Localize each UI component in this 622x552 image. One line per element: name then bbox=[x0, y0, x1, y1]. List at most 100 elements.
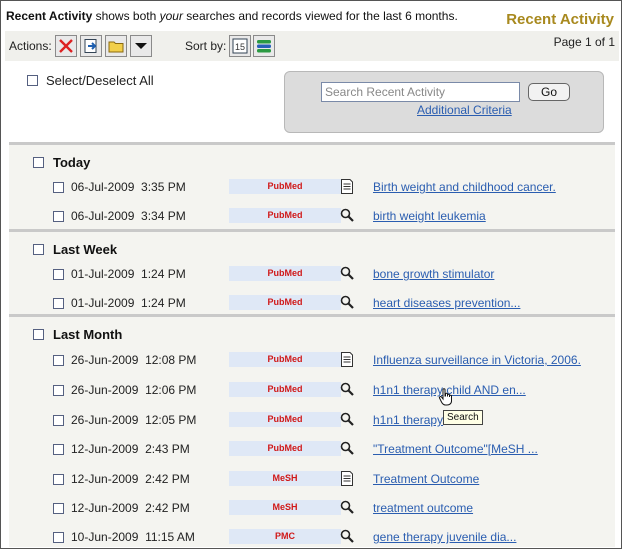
activity-link[interactable]: Birth weight and childhood cancer. bbox=[373, 180, 556, 194]
header-description: Recent Activity shows both your searches… bbox=[6, 9, 458, 23]
row-checkbox[interactable] bbox=[53, 415, 64, 426]
menu-arrow-icon bbox=[135, 43, 147, 49]
svg-text:15: 15 bbox=[235, 42, 245, 52]
row-checkbox[interactable] bbox=[53, 298, 64, 309]
magnifier-icon bbox=[340, 266, 354, 280]
row-datetime: 01-Jul-2009 1:24 PM bbox=[71, 267, 186, 281]
row-datetime: 01-Jul-2009 1:24 PM bbox=[71, 296, 186, 310]
activity-row: 01-Jul-2009 1:24 PM PubMed bone growth s… bbox=[9, 260, 615, 289]
section-header: Last Month bbox=[33, 327, 122, 342]
row-datetime: 10-Jun-2009 11:15 AM bbox=[71, 530, 195, 544]
database-badge: PubMed bbox=[229, 295, 341, 310]
activity-link[interactable]: h1n1 therapy bbox=[373, 413, 443, 427]
database-badge: PMC bbox=[229, 529, 341, 544]
section-checkbox[interactable] bbox=[33, 157, 44, 168]
magnifier-icon bbox=[340, 412, 354, 426]
activity-row: 26-Jun-2009 12:05 PM PubMed h1n1 therapy bbox=[9, 406, 615, 435]
row-checkbox[interactable] bbox=[53, 182, 64, 193]
activity-row: 06-Jul-2009 3:34 PM PubMed birth weight … bbox=[9, 202, 615, 231]
activity-link[interactable]: heart diseases prevention... bbox=[373, 296, 520, 310]
database-badge: PubMed bbox=[229, 266, 341, 281]
activity-link[interactable]: Influenza surveillance in Victoria, 2006… bbox=[373, 353, 581, 367]
sort-by-type-icon bbox=[257, 40, 271, 53]
activity-row: 26-Jun-2009 12:06 PM PubMed h1n1 therapy… bbox=[9, 376, 615, 405]
section-header: Last Week bbox=[33, 242, 117, 257]
activity-link[interactable]: birth weight leukemia bbox=[373, 209, 486, 223]
row-datetime: 26-Jun-2009 12:08 PM bbox=[71, 353, 197, 367]
tooltip: Search bbox=[443, 410, 483, 425]
page-title: Recent Activity bbox=[506, 11, 614, 28]
section-last-week: Last Week 01-Jul-2009 1:24 PM PubMed bon… bbox=[9, 229, 615, 317]
send-to-icon bbox=[84, 39, 97, 53]
activity-row: 10-Jun-2009 11:15 AM PMC gene therapy ju… bbox=[9, 523, 615, 552]
folder-icon bbox=[108, 41, 124, 53]
magnifier-icon bbox=[340, 208, 354, 222]
section-title: Last Week bbox=[53, 242, 118, 257]
row-checkbox[interactable] bbox=[53, 211, 64, 222]
section-title: Today bbox=[53, 155, 91, 170]
database-badge: PubMed bbox=[229, 208, 341, 223]
activity-link[interactable]: Treatment Outcome bbox=[373, 472, 479, 486]
database-badge: PubMed bbox=[229, 352, 341, 367]
section-checkbox[interactable] bbox=[33, 244, 44, 255]
section-header: Today bbox=[33, 155, 90, 170]
send-to-button[interactable] bbox=[80, 35, 102, 57]
delete-button[interactable] bbox=[55, 35, 77, 57]
row-datetime: 06-Jul-2009 3:34 PM bbox=[71, 209, 186, 223]
activity-row: 26-Jun-2009 12:08 PM PubMed Influenza su… bbox=[9, 346, 615, 375]
row-checkbox[interactable] bbox=[53, 474, 64, 485]
sort-by-time-icon: 15 bbox=[232, 38, 248, 54]
row-datetime: 26-Jun-2009 12:06 PM bbox=[71, 383, 197, 397]
activity-link[interactable]: "Treatment Outcome"[MeSH ... bbox=[373, 442, 538, 456]
additional-criteria-link[interactable]: Additional Criteria bbox=[417, 103, 512, 117]
database-badge: PubMed bbox=[229, 441, 341, 456]
search-recent-activity-input[interactable] bbox=[321, 82, 520, 102]
delete-icon bbox=[59, 39, 73, 53]
row-datetime: 26-Jun-2009 12:05 PM bbox=[71, 413, 197, 427]
hand-cursor-icon bbox=[438, 388, 452, 406]
section-checkbox[interactable] bbox=[33, 329, 44, 340]
row-datetime: 06-Jul-2009 3:35 PM bbox=[71, 180, 186, 194]
header: Recent Activity shows both your searches… bbox=[6, 9, 618, 31]
actions-label: Actions: bbox=[9, 39, 52, 53]
sort-by-label: Sort by: bbox=[185, 39, 227, 53]
select-all-label: Select/Deselect All bbox=[46, 73, 154, 88]
section-title: Last Month bbox=[53, 327, 123, 342]
database-badge: PubMed bbox=[229, 382, 341, 397]
magnifier-icon bbox=[340, 382, 354, 396]
activity-link[interactable]: bone growth stimulator bbox=[373, 267, 494, 281]
database-badge: MeSH bbox=[229, 471, 341, 486]
go-button[interactable]: Go bbox=[528, 83, 570, 101]
sort-by-time-button[interactable]: 15 bbox=[229, 35, 251, 57]
activity-row: 12-Jun-2009 2:42 PM MeSH treatment outco… bbox=[9, 494, 615, 523]
menu-dropdown-button[interactable] bbox=[130, 35, 152, 57]
magnifier-icon bbox=[340, 441, 354, 455]
section-last-month: Last Month 26-Jun-2009 12:08 PM PubMed I… bbox=[9, 314, 615, 547]
row-datetime: 12-Jun-2009 2:42 PM bbox=[71, 501, 190, 515]
activity-link[interactable]: treatment outcome bbox=[373, 501, 473, 515]
row-datetime: 12-Jun-2009 2:42 PM bbox=[71, 472, 190, 486]
row-checkbox[interactable] bbox=[53, 503, 64, 514]
folder-button[interactable] bbox=[105, 35, 127, 57]
magnifier-icon bbox=[340, 500, 354, 514]
activity-row: 06-Jul-2009 3:35 PM PubMed Birth weight … bbox=[9, 173, 615, 202]
toolbar: Actions: Sort by: 15 Page 1 of 1 bbox=[5, 31, 619, 61]
page-indicator: Page 1 of 1 bbox=[553, 35, 615, 49]
row-checkbox[interactable] bbox=[53, 444, 64, 455]
select-all: Select/Deselect All bbox=[27, 73, 154, 88]
row-checkbox[interactable] bbox=[53, 269, 64, 280]
row-checkbox[interactable] bbox=[53, 532, 64, 543]
database-badge: MeSH bbox=[229, 500, 341, 515]
recent-activity-window: Recent Activity shows both your searches… bbox=[0, 0, 622, 549]
sort-by-type-button[interactable] bbox=[253, 35, 275, 57]
database-badge: PubMed bbox=[229, 179, 341, 194]
row-datetime: 12-Jun-2009 2:43 PM bbox=[71, 442, 190, 456]
document-icon bbox=[341, 352, 353, 367]
activity-link[interactable]: gene therapy juvenile dia... bbox=[373, 530, 516, 544]
row-checkbox[interactable] bbox=[53, 385, 64, 396]
section-today: Today 06-Jul-2009 3:35 PM PubMed Birth w… bbox=[9, 142, 615, 232]
row-checkbox[interactable] bbox=[53, 355, 64, 366]
activity-row: 12-Jun-2009 2:42 PM MeSH Treatment Outco… bbox=[9, 465, 615, 494]
magnifier-icon bbox=[340, 295, 354, 309]
select-all-checkbox[interactable] bbox=[27, 75, 38, 86]
